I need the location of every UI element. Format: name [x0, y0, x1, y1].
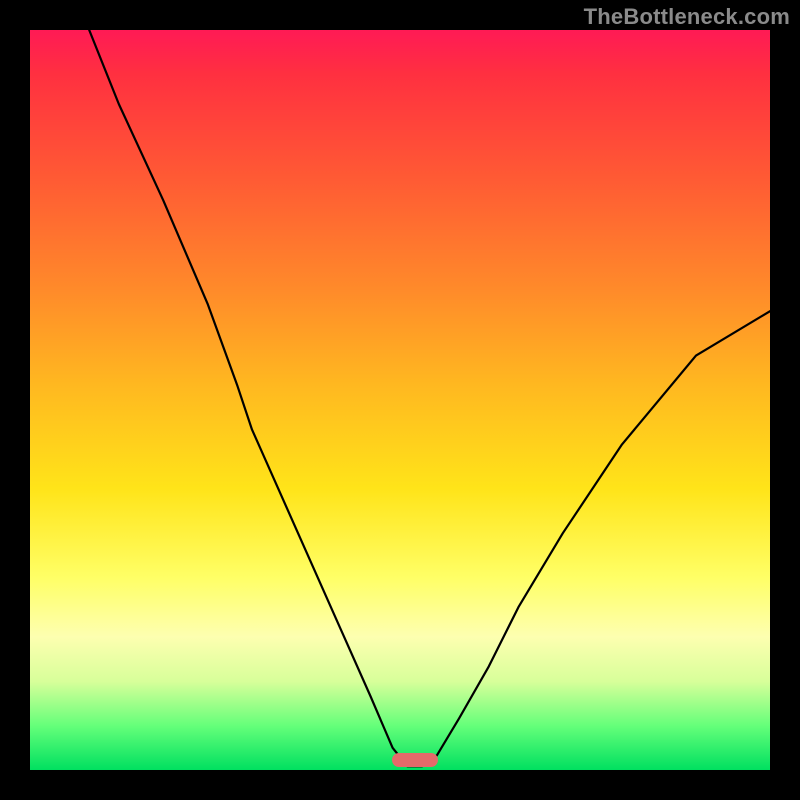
bottleneck-curve [30, 30, 770, 770]
watermark-text: TheBottleneck.com [584, 4, 790, 30]
optimum-marker [392, 753, 438, 767]
plot-area [30, 30, 770, 770]
curve-path [89, 30, 770, 766]
chart-frame: TheBottleneck.com [0, 0, 800, 800]
